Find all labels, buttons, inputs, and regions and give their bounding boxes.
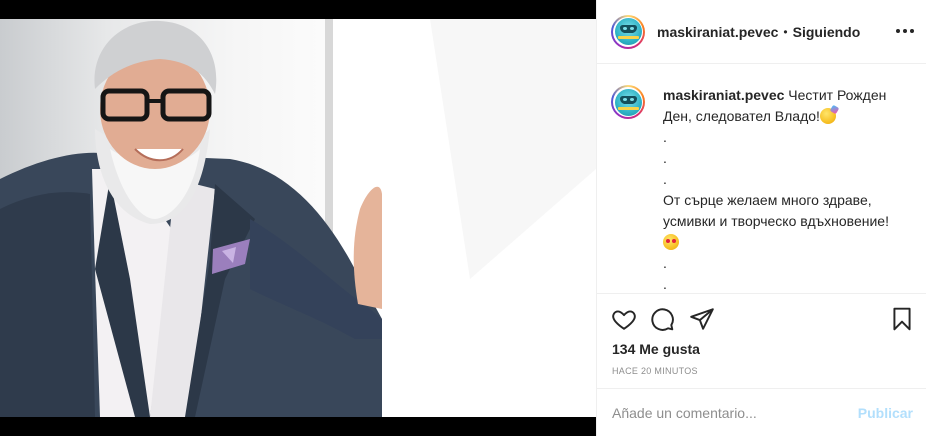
caption-line: От сърце желаем много здраве, <box>663 192 872 208</box>
post-timestamp[interactable]: HACE 20 MINUTOS <box>612 366 698 376</box>
caption-line: . <box>663 276 667 292</box>
portrait-image <box>0 19 596 417</box>
publish-button[interactable]: Publicar <box>858 405 913 421</box>
caption-line: усмивки и творческо вдъхновение! <box>663 213 889 229</box>
add-comment-bar: Publicar <box>597 388 926 436</box>
username-link[interactable]: maskiraniat.pevec <box>657 24 778 40</box>
post-media <box>0 0 596 436</box>
post-dialog: maskiraniat.pevec • Siguiendo maskirania… <box>0 0 926 436</box>
save-bookmark-icon[interactable] <box>889 306 915 332</box>
heart-icon[interactable] <box>611 306 637 332</box>
more-options-icon[interactable] <box>893 22 917 40</box>
avatar[interactable] <box>611 14 645 49</box>
share-icon[interactable] <box>689 306 715 332</box>
caption-line: . <box>663 171 667 187</box>
party-face-emoji-icon <box>819 108 836 124</box>
caption-line: . <box>663 255 667 271</box>
caption-line: Ден, следовател Владо! <box>663 108 820 124</box>
post-actions: 134 Me gusta HACE 20 MINUTOS <box>597 293 926 393</box>
comment-icon[interactable] <box>649 306 675 332</box>
post-header: maskiraniat.pevec • Siguiendo <box>597 0 926 64</box>
masquerade-mask-icon <box>614 88 642 116</box>
caption-username[interactable]: maskiraniat.pevec <box>663 87 784 103</box>
caption-comment: maskiraniat.pevec Честит Рожден Ден, сле… <box>611 85 913 293</box>
heart-eyes-emoji-icon <box>663 234 679 250</box>
comment-input[interactable] <box>612 404 858 421</box>
caption-line: Честит Рожден <box>788 87 887 103</box>
caption-line: . <box>663 129 667 145</box>
post-photo[interactable] <box>0 19 596 417</box>
post-side-panel: maskiraniat.pevec • Siguiendo maskirania… <box>596 0 926 436</box>
action-icons <box>611 306 917 332</box>
likes-count[interactable]: 134 Me gusta <box>612 341 700 357</box>
comments-area[interactable]: maskiraniat.pevec Честит Рожден Ден, сле… <box>597 65 926 293</box>
caption-text: maskiraniat.pevec Честит Рожден Ден, сле… <box>663 85 913 293</box>
following-button[interactable]: Siguiendo <box>793 24 861 40</box>
separator-dot: • <box>783 24 788 39</box>
caption-line: . <box>663 150 667 166</box>
masquerade-mask-icon <box>614 18 642 45</box>
caption-avatar[interactable] <box>611 85 645 119</box>
